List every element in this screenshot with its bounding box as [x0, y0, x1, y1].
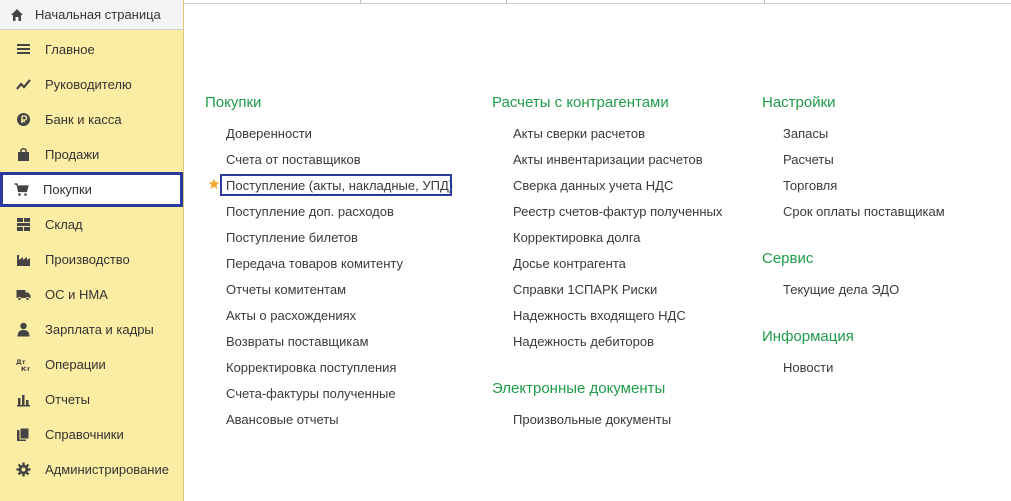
truck-icon — [16, 290, 31, 301]
link-debt-adjustment[interactable]: Корректировка долга — [513, 230, 641, 245]
sidebar-item-sales[interactable]: Продажи — [0, 137, 183, 172]
shopping-cart-icon — [14, 183, 29, 196]
section-title-purchases: Покупки — [205, 94, 262, 111]
sidebar-item-label: Зарплата и кадры — [45, 322, 154, 337]
sidebar-item-label: Главное — [45, 42, 95, 57]
link-ticket-receipts[interactable]: Поступление билетов — [226, 230, 358, 245]
home-page-tab[interactable]: Начальная страница — [0, 0, 183, 30]
sidebar-nav: Главное Руководителю Банк и касса Продаж… — [0, 32, 183, 487]
section-title-info: Информация — [762, 328, 854, 345]
link-consignor-reports[interactable]: Отчеты комитентам — [226, 282, 346, 297]
link-additional-expenses[interactable]: Поступление доп. расходов — [226, 204, 394, 219]
sidebar-item-bank[interactable]: Банк и касса — [0, 102, 183, 137]
books-icon — [17, 427, 30, 441]
link-arbitrary-documents[interactable]: Произвольные документы — [513, 412, 671, 427]
bar-chart-icon — [17, 395, 30, 407]
sidebar-item-label: Отчеты — [45, 392, 90, 407]
link-advance-reports[interactable]: Авансовые отчеты — [226, 412, 339, 427]
sidebar-item-purchases[interactable]: Покупки — [0, 172, 183, 207]
link-incoming-vat-reliability[interactable]: Надежность входящего НДС — [513, 308, 686, 323]
sidebar-item-label: Продажи — [45, 147, 100, 162]
link-supplier-returns[interactable]: Возвраты поставщикам — [226, 334, 369, 349]
sidebar-item-label: Руководителю — [45, 77, 132, 92]
link-news[interactable]: Новости — [783, 360, 833, 375]
ruble-coin-icon — [17, 113, 30, 126]
menu-lines-icon — [17, 44, 30, 54]
link-invoice-register[interactable]: Реестр счетов-фактур полученных — [513, 204, 722, 219]
factory-icon — [17, 255, 30, 266]
gear-icon — [16, 462, 31, 477]
sidebar-item-administration[interactable]: Администрирование — [0, 452, 183, 487]
sidebar-item-main[interactable]: Главное — [0, 32, 183, 67]
open-tabs-strip — [184, 0, 1011, 4]
link-received-invoices[interactable]: Счета-фактуры полученные — [226, 386, 396, 401]
section-title-edocs: Электронные документы — [492, 380, 666, 397]
sidebar-item-operations[interactable]: Дт Кт Операции — [0, 347, 183, 382]
sidebar-item-warehouse[interactable]: Склад — [0, 207, 183, 242]
link-spark-risks[interactable]: Справки 1СПАРК Риски — [513, 282, 657, 297]
dt-kt-icon: Дт Кт — [16, 358, 30, 372]
svg-text:Кт: Кт — [21, 365, 30, 372]
sidebar: Начальная страница Главное Руководителю … — [0, 0, 184, 501]
sidebar-item-label: ОС и НМА — [45, 287, 108, 302]
sidebar-item-reports[interactable]: Отчеты — [0, 382, 183, 417]
link-debtor-reliability[interactable]: Надежность дебиторов — [513, 334, 654, 349]
person-icon — [17, 322, 30, 337]
shopping-bag-icon — [18, 148, 29, 161]
home-icon — [11, 8, 23, 21]
sidebar-item-label: Администрирование — [45, 462, 169, 477]
star-icon[interactable] — [208, 178, 220, 190]
tab-divider — [764, 0, 765, 4]
home-page-label: Начальная страница — [35, 7, 161, 22]
sidebar-item-label: Склад — [45, 217, 83, 232]
link-settings-trade[interactable]: Торговля — [783, 178, 837, 193]
link-supplier-invoices[interactable]: Счета от поставщиков — [226, 152, 361, 167]
sidebar-item-label: Производство — [45, 252, 130, 267]
section-title-settlements: Расчеты с контрагентами — [492, 94, 669, 111]
section-title-service: Сервис — [762, 250, 814, 267]
link-settings-payment-term[interactable]: Срок оплаты поставщикам — [783, 204, 945, 219]
link-edo-current-tasks[interactable]: Текущие дела ЭДО — [783, 282, 899, 297]
link-settings-stocks[interactable]: Запасы — [783, 126, 828, 141]
link-counterparty-dossier[interactable]: Досье контрагента — [513, 256, 626, 271]
sidebar-item-salary[interactable]: Зарплата и кадры — [0, 312, 183, 347]
link-transfer-to-consignor[interactable]: Передача товаров комитенту — [226, 256, 403, 271]
sidebar-item-label: Справочники — [45, 427, 124, 442]
sidebar-item-directories[interactable]: Справочники — [0, 417, 183, 452]
trend-chart-icon — [16, 79, 31, 90]
sidebar-item-production[interactable]: Производство — [0, 242, 183, 277]
sidebar-item-label: Операции — [45, 357, 106, 372]
sidebar-item-label: Банк и касса — [45, 112, 122, 127]
sidebar-item-manager[interactable]: Руководителю — [0, 67, 183, 102]
link-settings-settlements[interactable]: Расчеты — [783, 152, 834, 167]
sidebar-item-fixed-assets[interactable]: ОС и НМА — [0, 277, 183, 312]
link-inventory-acts[interactable]: Акты инвентаризации расчетов — [513, 152, 703, 167]
link-reconciliation-acts[interactable]: Акты сверки расчетов — [513, 126, 645, 141]
section-title-settings: Настройки — [762, 94, 836, 111]
sidebar-item-label: Покупки — [43, 182, 92, 197]
link-receipt-adjustment[interactable]: Корректировка поступления — [226, 360, 396, 375]
link-receipts[interactable]: Поступление (акты, накладные, УПД) — [226, 178, 453, 193]
link-vat-reconciliation[interactable]: Сверка данных учета НДС — [513, 178, 673, 193]
tab-divider — [360, 0, 361, 4]
link-discrepancy-acts[interactable]: Акты о расхождениях — [226, 308, 356, 323]
tab-divider — [506, 0, 507, 4]
warehouse-grid-icon — [17, 218, 30, 231]
link-power-of-attorney[interactable]: Доверенности — [226, 126, 312, 141]
